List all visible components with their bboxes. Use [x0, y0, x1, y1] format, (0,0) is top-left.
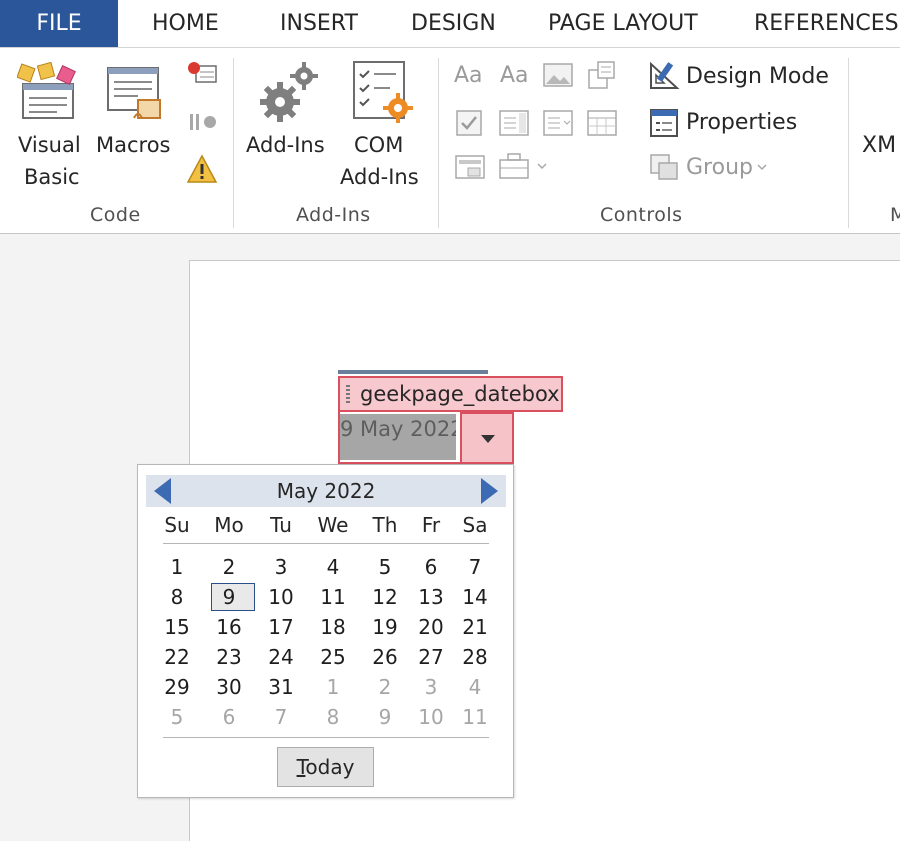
xml-mapping-label[interactable]: XM: [862, 134, 896, 158]
group-icon: [650, 154, 678, 180]
calendar-day[interactable]: 11: [310, 583, 356, 611]
calendar-day[interactable]: 5: [362, 553, 408, 581]
calendar-day[interactable]: 1: [310, 673, 356, 701]
calendar-day[interactable]: 14: [452, 583, 498, 611]
calendar-day[interactable]: 16: [206, 613, 252, 641]
tab-file[interactable]: FILE: [0, 0, 118, 47]
chevron-down-icon: [757, 164, 767, 171]
calendar-day[interactable]: 3: [258, 553, 304, 581]
properties-label: Properties: [686, 110, 798, 135]
picture-control-icon[interactable]: [542, 62, 574, 90]
calendar-day[interactable]: 6: [206, 703, 252, 731]
properties-icon: [650, 109, 678, 137]
calendar-day[interactable]: 21: [452, 613, 498, 641]
calendar-day[interactable]: 4: [310, 553, 356, 581]
drag-handle-icon[interactable]: [346, 385, 350, 405]
calendar-day[interactable]: 20: [408, 613, 454, 641]
calendar-day[interactable]: 23: [206, 643, 252, 671]
visual-basic-icon: [17, 62, 76, 119]
calendar-day[interactable]: 24: [258, 643, 304, 671]
plain-text-control-button[interactable]: Aa: [500, 64, 529, 88]
combo-box-control-icon[interactable]: [498, 108, 530, 138]
dropdown-arrow-icon: [481, 435, 495, 443]
calendar-day[interactable]: 9: [362, 703, 408, 731]
checkbox-control-icon[interactable]: [454, 108, 486, 138]
group-label-add-ins: Add-Ins: [296, 204, 371, 226]
record-macro-icon[interactable]: [186, 60, 220, 86]
content-control-title: geekpage_datebox: [360, 382, 560, 406]
add-ins-icon: [260, 62, 318, 122]
date-dropdown-button[interactable]: [460, 412, 514, 464]
date-picker-control-icon[interactable]: [586, 108, 618, 138]
calendar-day[interactable]: 12: [362, 583, 408, 611]
calendar-day[interactable]: 18: [310, 613, 356, 641]
calendar-day[interactable]: 27: [408, 643, 454, 671]
com-add-ins-label-2: Add-Ins: [340, 165, 419, 189]
calendar-day[interactable]: 3: [408, 673, 454, 701]
building-block-control-icon[interactable]: [586, 60, 618, 90]
macro-security-icon[interactable]: [186, 154, 218, 184]
content-control-title-tab[interactable]: geekpage_datebox: [338, 376, 563, 412]
calendar-day[interactable]: 30: [206, 673, 252, 701]
calendar-day[interactable]: 28: [452, 643, 498, 671]
calendar-day[interactable]: 29: [154, 673, 200, 701]
design-mode-icon: [650, 61, 680, 89]
repeating-section-control-icon[interactable]: [498, 150, 550, 182]
calendar-day[interactable]: 10: [258, 583, 304, 611]
tab-references[interactable]: REFERENCES: [754, 0, 899, 47]
visual-basic-label-1: Visual: [18, 133, 81, 157]
group-label-mapping: M: [890, 204, 900, 226]
group-label-controls: Controls: [600, 204, 683, 226]
calendar-day[interactable]: 7: [452, 553, 498, 581]
calendar-day[interactable]: 17: [258, 613, 304, 641]
calendar-day-selected[interactable]: 9: [206, 583, 255, 611]
legacy-tools-icon[interactable]: [454, 152, 486, 182]
ribbon-tab-bar: FILE HOME INSERT DESIGN PAGE LAYOUT REFE…: [0, 0, 900, 48]
macros-label: Macros: [96, 133, 171, 157]
calendar-day[interactable]: 13: [408, 583, 454, 611]
dropdown-list-control-icon[interactable]: [542, 108, 574, 138]
calendar-day[interactable]: 15: [154, 613, 200, 641]
visual-basic-label-2: Basic: [24, 165, 80, 189]
date-picker-calendar: May 2022 Su Mo Tu We Th Fr Sa 1 2 3 4 5 6 7 8 9 10 11 12 1…: [137, 464, 514, 798]
add-ins-label: Add-Ins: [246, 133, 325, 157]
calendar-day[interactable]: 11: [452, 703, 498, 731]
group-separator: [848, 58, 849, 228]
calendar-day[interactable]: 22: [154, 643, 200, 671]
calendar-day[interactable]: 4: [452, 673, 498, 701]
com-add-ins-icon: [353, 61, 413, 123]
calendar-day[interactable]: 10: [408, 703, 454, 731]
calendar-day[interactable]: 2: [206, 553, 252, 581]
calendar-day[interactable]: 5: [154, 703, 200, 731]
tab-insert[interactable]: INSERT: [280, 0, 358, 47]
calendar-day[interactable]: 1: [154, 553, 200, 581]
developer-ribbon: Visual Basic Macros Code Add-Ins COM Add…: [0, 48, 900, 234]
design-mode-label: Design Mode: [686, 64, 829, 89]
calendar-day[interactable]: 25: [310, 643, 356, 671]
calendar-day[interactable]: 6: [408, 553, 454, 581]
calendar-day[interactable]: 8: [154, 583, 200, 611]
calendar-days-grid: 1 2 3 4 5 6 7 8 9 10 11 12 13 14 15 16 17 18 19 20 21 22 23 24 2…: [138, 465, 513, 797]
calendar-day[interactable]: 7: [258, 703, 304, 731]
calendar-day[interactable]: 19: [362, 613, 408, 641]
group-label: Group: [686, 155, 753, 180]
group-label-code: Code: [90, 204, 141, 226]
calendar-day[interactable]: 8: [310, 703, 356, 731]
rich-text-control-button[interactable]: Aa: [454, 64, 483, 88]
calendar-day[interactable]: 26: [362, 643, 408, 671]
tab-design[interactable]: DESIGN: [411, 0, 496, 47]
tab-home[interactable]: HOME: [152, 0, 219, 47]
tab-page-layout[interactable]: PAGE LAYOUT: [548, 0, 698, 47]
pause-recording-icon[interactable]: [186, 110, 220, 134]
calendar-day[interactable]: 31: [258, 673, 304, 701]
content-control-top-line: [338, 370, 488, 374]
group-separator: [233, 58, 234, 228]
group-separator: [438, 58, 439, 228]
calendar-day[interactable]: 2: [362, 673, 408, 701]
date-value[interactable]: 9 May 2022: [340, 414, 456, 460]
macros-icon: [107, 67, 161, 119]
com-add-ins-label-1: COM: [354, 133, 404, 157]
